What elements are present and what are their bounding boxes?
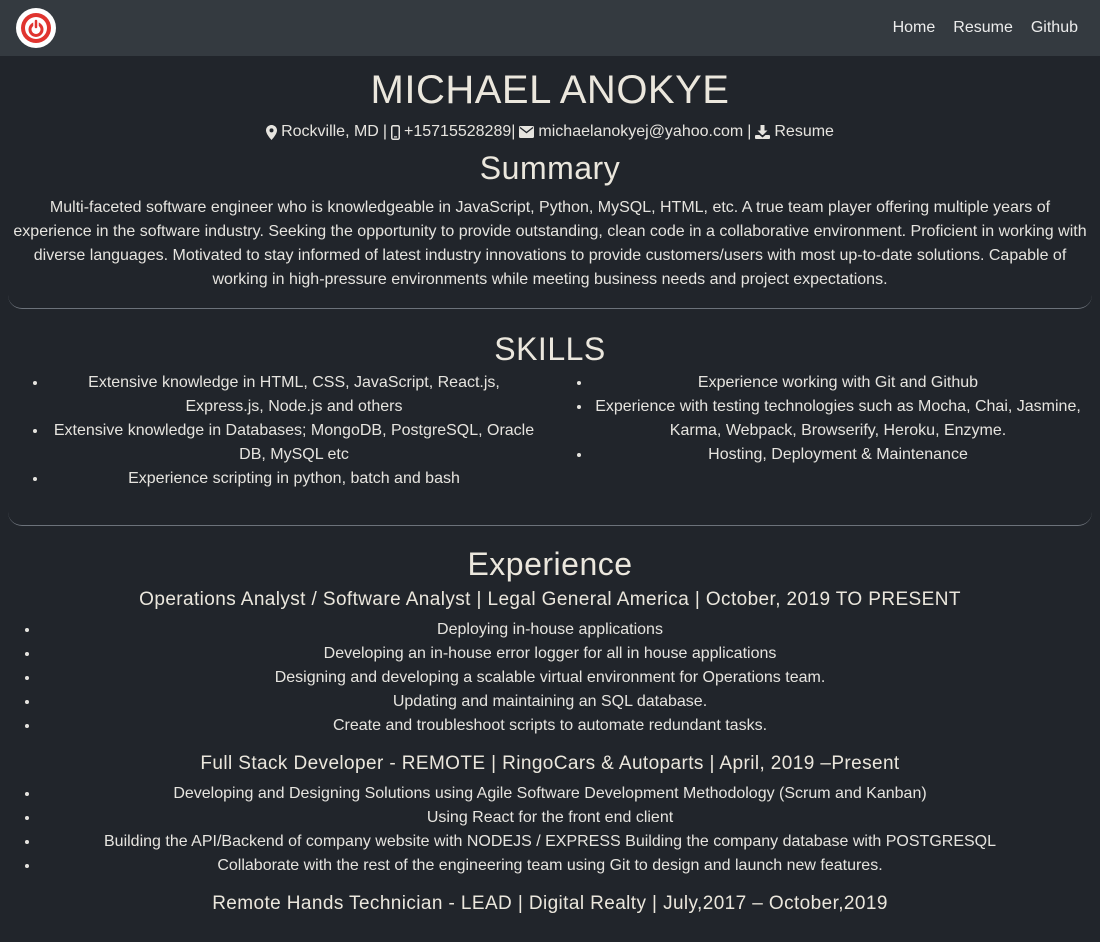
nav-github-link[interactable]: Github xyxy=(1031,18,1078,38)
skill-item: Experience with testing technologies suc… xyxy=(592,395,1084,443)
skill-item: Extensive knowledge in HTML, CSS, JavaSc… xyxy=(48,371,540,419)
contact-line: Rockville, MD | +15715528289 | michaelan… xyxy=(0,122,1100,142)
location: Rockville, MD xyxy=(266,122,379,142)
job-duty: Building the API/Backend of company webs… xyxy=(40,830,1060,854)
job-title: Operations Analyst / Software Analyst | … xyxy=(139,589,961,610)
skills-list-right: Experience working with Git and Github E… xyxy=(550,371,1092,491)
job-duty: Developing and Designing Solutions using… xyxy=(40,782,1060,806)
skill-item: Experience working with Git and Github xyxy=(592,371,1084,395)
experience-title: Experience xyxy=(467,546,633,582)
job-duties-list: Developing and Designing Solutions using… xyxy=(0,782,1100,878)
person-name: MICHAEL ANOKYE xyxy=(370,68,730,112)
job-duty: Updating and maintaining an SQL database… xyxy=(40,690,1060,714)
phone-text: +15715528289 xyxy=(404,123,512,140)
nav-home-link[interactable]: Home xyxy=(893,18,936,38)
skill-item: Extensive knowledge in Databases; MongoD… xyxy=(48,419,540,467)
skills-list-left: Extensive knowledge in HTML, CSS, JavaSc… xyxy=(8,371,550,491)
separator: | xyxy=(511,123,516,140)
summary-title: Summary xyxy=(479,150,621,186)
logo-link[interactable] xyxy=(16,8,56,48)
job-title: Full Stack Developer - REMOTE | RingoCar… xyxy=(200,753,900,774)
map-marker-icon xyxy=(266,124,278,140)
email-link[interactable]: michaelanokyej@yahoo.com xyxy=(538,122,743,142)
nav-resume-link[interactable]: Resume xyxy=(953,18,1013,38)
phone: +15715528289 xyxy=(391,122,511,142)
job-duty: Designing and developing a scalable virt… xyxy=(40,666,1060,690)
skill-item: Experience scripting in python, batch an… xyxy=(48,467,540,491)
email: michaelanokyej@yahoo.com xyxy=(519,122,743,142)
skills-columns: Extensive knowledge in HTML, CSS, JavaSc… xyxy=(8,371,1092,491)
separator: | xyxy=(747,123,752,140)
skills-title: SKILLS xyxy=(494,331,606,367)
experience-section: Experience Operations Analyst / Software… xyxy=(0,546,1100,916)
resume-main: MICHAEL ANOKYE Rockville, MD | +15715528… xyxy=(0,56,1100,916)
job-duty: Developing an in-house error logger for … xyxy=(40,642,1060,666)
skill-item: Hosting, Deployment & Maintenance xyxy=(592,443,1084,467)
nav-links: Home Resume Github xyxy=(893,18,1078,38)
location-text: Rockville, MD xyxy=(281,123,379,140)
resume-download[interactable]: Resume xyxy=(755,122,834,142)
download-icon xyxy=(755,125,771,139)
job-title: Remote Hands Technician - LEAD | Digital… xyxy=(212,893,888,914)
skills-section: SKILLS Extensive knowledge in HTML, CSS,… xyxy=(8,329,1092,526)
envelope-icon xyxy=(519,126,535,138)
separator: | xyxy=(382,123,388,140)
summary-text: Multi-faceted software engineer who is k… xyxy=(13,199,1087,288)
job-duty: Using React for the front end client xyxy=(40,806,1060,830)
job-duties-list: Deploying in-house applications Developi… xyxy=(0,618,1100,738)
job-duty: Deploying in-house applications xyxy=(40,618,1060,642)
summary-section: Summary Multi-faceted software engineer … xyxy=(8,150,1092,309)
power-logo-icon xyxy=(21,13,51,43)
resume-download-link[interactable]: Resume xyxy=(774,122,834,142)
mobile-phone-icon xyxy=(391,124,401,140)
navbar: Home Resume Github xyxy=(0,0,1100,56)
job-duty: Create and troubleshoot scripts to autom… xyxy=(40,714,1060,738)
job-duty: Collaborate with the rest of the enginee… xyxy=(40,854,1060,878)
